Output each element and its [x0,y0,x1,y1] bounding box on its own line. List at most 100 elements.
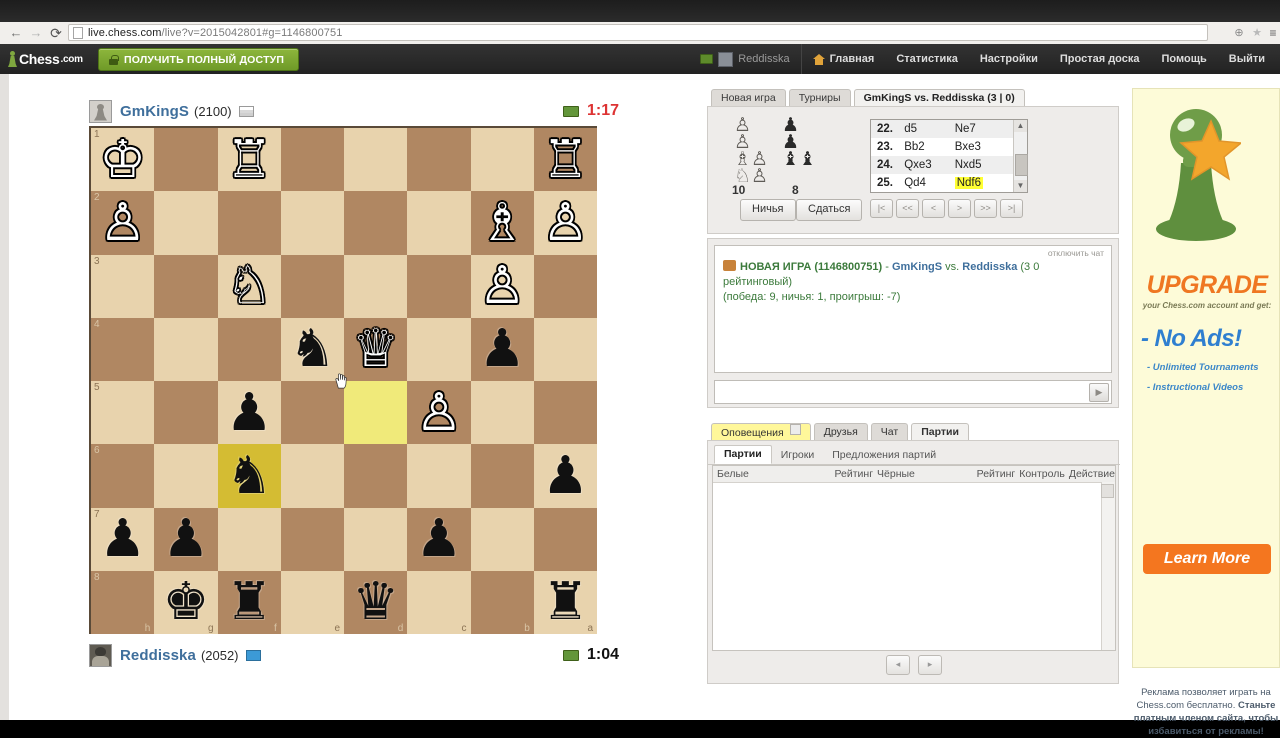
chess-piece[interactable]: ♛ [344,571,407,634]
board-square-c5[interactable]: ♙ [407,381,471,445]
nav-item-settings[interactable]: Настройки [969,44,1049,74]
board-square-a3[interactable] [533,254,597,318]
chess-piece[interactable]: ♙ [534,191,597,254]
board-square-d1[interactable] [344,128,408,192]
board-square-e7[interactable] [280,507,344,571]
board-square-d5[interactable] [344,381,408,445]
tab-games[interactable]: Партии [911,423,969,440]
toggle-chat-link[interactable]: отключить чат [1048,248,1104,258]
move-nav-first[interactable]: |< [870,199,893,218]
chesscom-logo[interactable]: Chess .com [8,48,83,70]
board-square-g3[interactable] [154,254,218,318]
move-list-scrollbar[interactable]: ▲ ▼ [1013,120,1028,192]
nav-item-home[interactable]: Главная [802,44,886,74]
board-square-c2[interactable] [407,191,471,255]
avatar[interactable] [89,643,112,667]
board-square-c7[interactable]: ♟ [407,507,471,571]
zoom-icon[interactable]: ⊕ [1232,26,1246,40]
board-square-f8[interactable]: f ♜ [217,570,281,634]
chess-piece[interactable]: ♔ [91,128,154,191]
page-next-button[interactable]: ▸ [918,655,942,675]
board-square-d6[interactable] [344,444,408,508]
tab-tournaments[interactable]: Турниры [788,89,851,106]
board-square-f6[interactable]: ♞ [217,444,281,508]
move-black[interactable]: Bxe3 [955,141,1013,153]
tab-notifications[interactable]: Оповещения [711,423,811,440]
chess-piece[interactable]: ♟ [91,508,154,571]
chess-piece[interactable]: ♚ [154,571,217,634]
board-square-g6[interactable] [154,444,218,508]
nav-item-user[interactable]: Reddisska [689,44,802,74]
scroll-down-icon[interactable]: ▼ [1014,180,1027,192]
board-square-h6[interactable]: 6 [91,444,155,508]
chess-piece[interactable]: ♙ [91,191,154,254]
board-square-h5[interactable]: 5 [91,381,155,445]
board-square-h3[interactable]: 3 [91,254,155,318]
board-square-e5[interactable] [280,381,344,445]
move-white[interactable]: Qd4 [904,177,955,189]
board-square-a6[interactable]: ♟ [533,444,597,508]
tab-current-game[interactable]: GmKingS vs. Reddisska (3 | 0) [853,89,1025,106]
chess-piece[interactable]: ♗ [471,191,534,254]
board-square-b4[interactable]: ♟ [470,317,534,381]
board-square-d3[interactable] [344,254,408,318]
board-square-a7[interactable] [533,507,597,571]
board-square-g1[interactable] [154,128,218,192]
board-square-a1[interactable]: ♖ [533,128,597,192]
scrollbar-thumb[interactable] [1101,484,1114,498]
learn-more-button[interactable]: Learn More [1143,544,1271,574]
board-square-d8[interactable]: d ♛ [344,570,408,634]
bookmark-star-icon[interactable]: ★ [1250,26,1264,40]
tab-new-game[interactable]: Новая игра [711,89,786,106]
board-square-g8[interactable]: g ♚ [154,570,218,634]
chat-send-button[interactable]: ▶ [1089,383,1109,402]
chess-piece[interactable]: ♙ [407,381,470,444]
scrollbar-thumb[interactable] [1015,154,1028,176]
board-square-f7[interactable] [217,507,281,571]
games-table[interactable]: Белые Рейтинг Чёрные Рейтинг Контроль Де… [712,465,1116,651]
chess-piece[interactable]: ♜ [218,571,281,634]
nav-item-simple-board[interactable]: Простая доска [1049,44,1151,74]
chess-piece[interactable]: ♟ [407,508,470,571]
board-square-d7[interactable] [344,507,408,571]
move-black[interactable]: Nxd5 [955,159,1013,171]
subtab-game-offers[interactable]: Предложения партий [823,447,945,464]
reload-icon[interactable]: ⟳ [48,25,64,41]
nav-item-help[interactable]: Помощь [1151,44,1218,74]
board-square-g4[interactable] [154,317,218,381]
chess-piece[interactable]: ♜ [534,571,597,634]
move-row[interactable]: 22. d5 Ne7 [871,120,1013,138]
board-square-c4[interactable] [407,317,471,381]
move-nav-prev-fast[interactable]: << [896,199,919,218]
move-row[interactable]: 25. Qd4 Ndf6 [871,174,1013,192]
move-list[interactable]: 22. d5 Ne7 23. Bb2 Bxe3 24. Qxe3 Nxd5 25. Qd4 Ndf6 [871,120,1013,192]
board-square-b3[interactable]: ♙ [470,254,534,318]
chess-piece[interactable]: ♘ [218,255,281,318]
scroll-up-icon[interactable]: ▲ [1014,120,1027,132]
board-square-f4[interactable] [217,317,281,381]
chess-piece[interactable]: ♞ [218,444,281,507]
browser-tabstrip[interactable] [0,0,1280,22]
board-square-e6[interactable] [280,444,344,508]
move-white[interactable]: d5 [904,123,955,135]
chat-player-1[interactable]: GmKingS [892,261,942,273]
board-square-b6[interactable] [470,444,534,508]
board-square-e8[interactable]: e [280,570,344,634]
move-list-box[interactable]: 22. d5 Ne7 23. Bb2 Bxe3 24. Qxe3 Nxd5 25. Qd4 Ndf6 … [870,119,1028,193]
offer-draw-button[interactable]: Ничья [740,199,796,221]
tab-friends[interactable]: Друзья [813,423,868,440]
chess-piece[interactable]: ♟ [534,444,597,507]
chess-piece[interactable]: ♞ [281,318,344,381]
resign-button[interactable]: Сдаться [796,199,863,221]
move-row[interactable]: 24. Qxe3 Nxd5 [871,156,1013,174]
move-nav-last[interactable]: >| [1000,199,1023,218]
forward-icon[interactable]: → [28,25,44,41]
board-square-e3[interactable] [280,254,344,318]
games-scrollbar[interactable] [1101,482,1115,650]
chess-piece[interactable]: ♙ [471,255,534,318]
board-square-h2[interactable]: 2 ♙ [91,191,155,255]
chess-piece[interactable]: ♟ [154,508,217,571]
upgrade-full-access-button[interactable]: ПОЛУЧИТЬ ПОЛНЫЙ ДОСТУП [98,48,300,71]
chess-piece[interactable]: ♟ [218,381,281,444]
avatar[interactable] [89,99,112,123]
